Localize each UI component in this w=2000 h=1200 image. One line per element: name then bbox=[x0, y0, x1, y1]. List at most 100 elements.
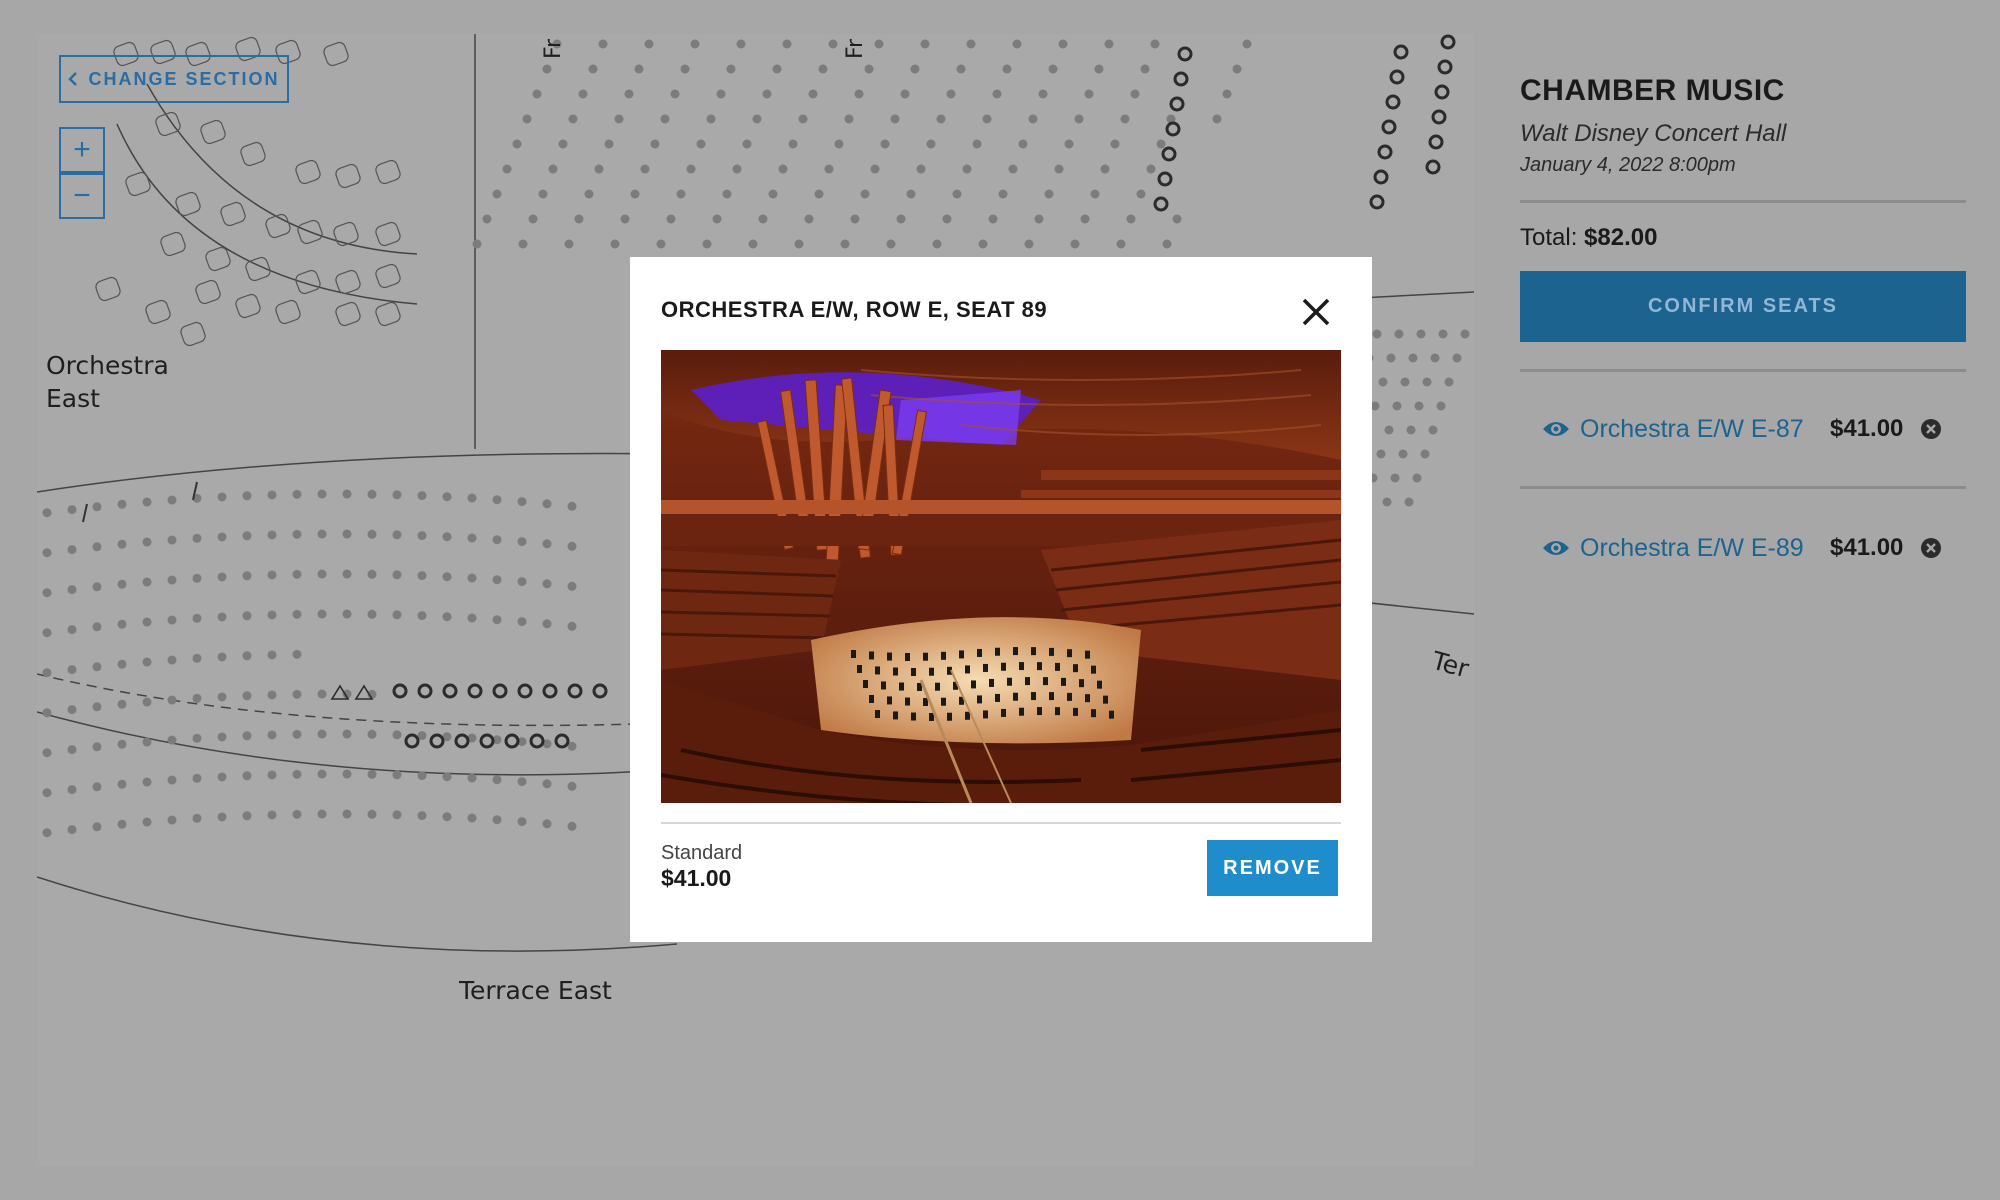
seat-dot[interactable] bbox=[342, 809, 352, 819]
seat-dot[interactable] bbox=[932, 239, 942, 249]
seat-dot[interactable] bbox=[317, 529, 327, 539]
seat-dot[interactable] bbox=[67, 825, 77, 835]
seat-dot[interactable] bbox=[67, 745, 77, 755]
seat-dot[interactable] bbox=[92, 502, 102, 512]
seat-dot[interactable] bbox=[610, 239, 620, 249]
seat-dot[interactable] bbox=[392, 770, 402, 780]
seat-dot[interactable] bbox=[542, 819, 552, 829]
seat-dot[interactable] bbox=[392, 490, 402, 500]
seat-dot[interactable] bbox=[142, 697, 152, 707]
seat-dot[interactable] bbox=[67, 545, 77, 555]
seat-dot[interactable] bbox=[1156, 139, 1166, 149]
seat-dot[interactable] bbox=[42, 508, 52, 518]
seat-dot[interactable] bbox=[317, 769, 327, 779]
seat-dot[interactable] bbox=[542, 539, 552, 549]
seat-dot[interactable] bbox=[217, 732, 227, 742]
seat-dot[interactable] bbox=[317, 809, 327, 819]
seat-dot[interactable] bbox=[670, 89, 680, 99]
seat-dot[interactable] bbox=[1212, 114, 1222, 124]
seat-dot[interactable] bbox=[1070, 239, 1080, 249]
seat-dot[interactable] bbox=[292, 489, 302, 499]
seat-dot[interactable] bbox=[598, 39, 608, 49]
seat-dot[interactable] bbox=[998, 189, 1008, 199]
available-seat[interactable] bbox=[1425, 159, 1441, 175]
seat-dot[interactable] bbox=[292, 569, 302, 579]
seat-dot[interactable] bbox=[367, 769, 377, 779]
seat-dot[interactable] bbox=[467, 773, 477, 783]
seat-dot[interactable] bbox=[492, 815, 502, 825]
seat-dot[interactable] bbox=[42, 668, 52, 678]
seat-dot[interactable] bbox=[92, 702, 102, 712]
seat-dot[interactable] bbox=[702, 239, 712, 249]
seat-dot[interactable] bbox=[292, 689, 302, 699]
available-seat[interactable] bbox=[504, 733, 520, 749]
seat-dot[interactable] bbox=[217, 692, 227, 702]
seat-dot[interactable] bbox=[342, 489, 352, 499]
seat-dot[interactable] bbox=[167, 815, 177, 825]
seat-dot[interactable] bbox=[267, 730, 277, 740]
seat-dot[interactable] bbox=[1400, 377, 1410, 387]
seat-dot[interactable] bbox=[1394, 329, 1404, 339]
eye-icon[interactable] bbox=[1542, 419, 1570, 439]
seat-dot[interactable] bbox=[850, 214, 860, 224]
seat-dot[interactable] bbox=[1412, 473, 1422, 483]
seat-dot[interactable] bbox=[192, 613, 202, 623]
seat-dot[interactable] bbox=[67, 505, 77, 515]
seat-dot[interactable] bbox=[42, 748, 52, 758]
seat-dot[interactable] bbox=[392, 730, 402, 740]
seat-dot[interactable] bbox=[542, 499, 552, 509]
seat-dot[interactable] bbox=[686, 164, 696, 174]
seat-dot[interactable] bbox=[117, 779, 127, 789]
seat-dot[interactable] bbox=[117, 579, 127, 589]
seat-dot[interactable] bbox=[680, 64, 690, 74]
available-seat[interactable] bbox=[1173, 71, 1189, 87]
seat-dot[interactable] bbox=[567, 821, 577, 831]
seat-dot[interactable] bbox=[644, 39, 654, 49]
seat-dot[interactable] bbox=[640, 164, 650, 174]
seat-dot[interactable] bbox=[392, 810, 402, 820]
seat-dot[interactable] bbox=[292, 809, 302, 819]
seat-dot[interactable] bbox=[972, 139, 982, 149]
seat-dot[interactable] bbox=[167, 575, 177, 585]
seat-dot[interactable] bbox=[567, 621, 577, 631]
seat-dot[interactable] bbox=[716, 89, 726, 99]
seat-dot[interactable] bbox=[538, 189, 548, 199]
seat-dot[interactable] bbox=[92, 622, 102, 632]
seat-dot[interactable] bbox=[1116, 239, 1126, 249]
available-seat[interactable] bbox=[1177, 46, 1193, 62]
remove-circle-icon[interactable] bbox=[1920, 418, 1942, 440]
seat-dot[interactable] bbox=[956, 64, 966, 74]
seat-dot[interactable] bbox=[788, 139, 798, 149]
seat-dot[interactable] bbox=[1126, 214, 1136, 224]
seat-dot[interactable] bbox=[1382, 497, 1392, 507]
seat-dot[interactable] bbox=[1398, 449, 1408, 459]
seat-dot[interactable] bbox=[666, 214, 676, 224]
seat-dot[interactable] bbox=[522, 114, 532, 124]
seat-dot[interactable] bbox=[696, 139, 706, 149]
seat-dot[interactable] bbox=[242, 531, 252, 541]
available-seat[interactable] bbox=[592, 683, 608, 699]
seat-dot[interactable] bbox=[217, 652, 227, 662]
seat-dot[interactable] bbox=[1378, 377, 1388, 387]
seat-dot[interactable] bbox=[242, 811, 252, 821]
seat-dot[interactable] bbox=[1460, 329, 1470, 339]
seat-dot[interactable] bbox=[417, 491, 427, 501]
seat-dot[interactable] bbox=[1172, 214, 1182, 224]
seat-dot[interactable] bbox=[142, 777, 152, 787]
available-seat[interactable] bbox=[492, 683, 508, 699]
seat-dot[interactable] bbox=[167, 655, 177, 665]
seat-dot[interactable] bbox=[567, 541, 577, 551]
seat-dot[interactable] bbox=[567, 781, 577, 791]
seat-dot[interactable] bbox=[906, 189, 916, 199]
seat-dot[interactable] bbox=[67, 785, 77, 795]
available-seat[interactable] bbox=[1440, 34, 1456, 50]
seat-dot[interactable] bbox=[1044, 189, 1054, 199]
close-icon[interactable] bbox=[1299, 295, 1333, 329]
seat-dot[interactable] bbox=[1222, 89, 1232, 99]
seat-dot[interactable] bbox=[142, 617, 152, 627]
available-seat[interactable] bbox=[1431, 109, 1447, 125]
seat-dot[interactable] bbox=[808, 89, 818, 99]
available-seat[interactable] bbox=[1169, 96, 1185, 112]
seat-dot[interactable] bbox=[1436, 401, 1446, 411]
seat-dot[interactable] bbox=[624, 89, 634, 99]
